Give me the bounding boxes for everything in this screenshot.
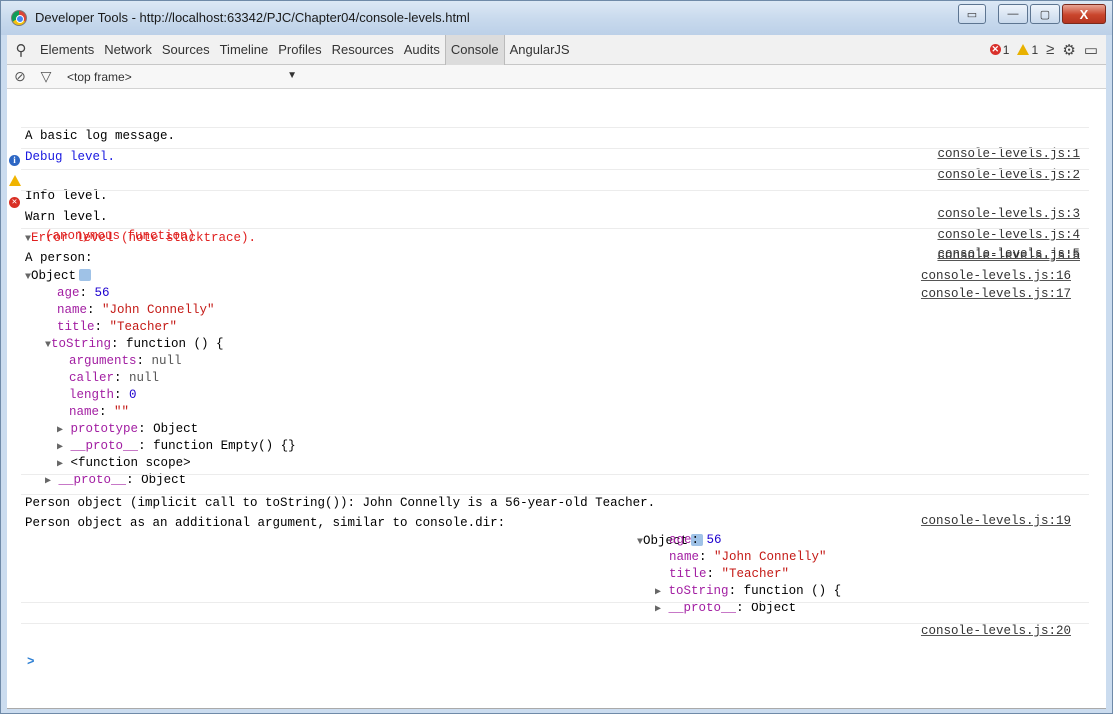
warning-count[interactable]: 1	[1017, 43, 1038, 57]
object-property: title: "Teacher"	[57, 320, 178, 334]
console-filter-bar: ⊘ ▽ <top frame> ▼	[7, 65, 1106, 89]
tab-angularjs[interactable]: AngularJS	[505, 35, 575, 65]
gear-icon[interactable]: ⚙	[1062, 41, 1075, 59]
object-property[interactable]: ▶ <function scope>	[7, 436, 1106, 470]
chevron-down-icon: ▼	[287, 69, 297, 81]
tab-console[interactable]: Console	[444, 34, 505, 65]
frame-select[interactable]: <top frame> ▼	[67, 70, 297, 84]
stacktrace-line: (anonymous function) console-levels.js:5	[7, 209, 1106, 261]
tab-elements[interactable]: Elements	[35, 35, 99, 65]
object-property: length: 0	[69, 388, 137, 402]
object-property[interactable]: ▶ __proto__: Object	[7, 581, 1106, 615]
tab-audits[interactable]: Audits	[399, 35, 445, 65]
maximize-button[interactable]: ▢	[1030, 4, 1060, 24]
prompt-chevron-icon: >	[27, 655, 35, 669]
chrome-logo-icon	[11, 10, 27, 26]
log-message: A person: console-levels.js:16	[7, 231, 1106, 283]
warn-message: Warn level. console-levels.js:4	[7, 172, 1106, 242]
window-title: Developer Tools - http://localhost:63342…	[35, 10, 470, 25]
error-count[interactable]: ✕ 1	[989, 42, 1010, 57]
tab-resources[interactable]: Resources	[327, 35, 399, 65]
devtools-window: Developer Tools - http://localhost:63342…	[0, 0, 1113, 714]
warning-count-value: 1	[1031, 42, 1039, 57]
log-message: Person object as an additional argument,…	[7, 496, 1106, 548]
object-property: title: "Teacher"	[669, 567, 790, 581]
object-property: name: "John Connelly"	[669, 550, 827, 564]
devtools-toolbar: ⚲ Elements Network Sources Timeline Prof…	[7, 34, 1106, 65]
log-message: A basic log message. console-levels.js:1	[7, 109, 1106, 161]
object-property: age: 56	[669, 533, 722, 547]
error-icon: ✕	[989, 44, 1001, 55]
error-icon: ✕	[9, 197, 20, 208]
object-tree-root[interactable]: ▼Object console-levels.js:17	[7, 249, 1106, 301]
log-message: Person object (implicit call to toString…	[7, 476, 1106, 528]
error-count-value: 1	[1002, 42, 1010, 57]
object-property: caller: null	[69, 371, 160, 385]
tab-sources[interactable]: Sources	[157, 35, 215, 65]
show-drawer-icon[interactable]: ≥	[1046, 41, 1054, 58]
console-prompt[interactable]: >	[7, 635, 1106, 669]
source-line: console-levels.js:20	[7, 604, 1106, 638]
warning-icon	[1017, 44, 1030, 55]
tab-profiles[interactable]: Profiles	[273, 35, 326, 65]
restore-panel-icon[interactable]: ▭	[958, 4, 986, 24]
tab-network[interactable]: Network	[99, 35, 157, 65]
object-property: name: ""	[69, 405, 130, 419]
title-bar: Developer Tools - http://localhost:63342…	[1, 1, 1112, 35]
object-property: arguments: null	[69, 354, 182, 368]
object-property[interactable]: ▶ prototype: Object	[7, 402, 1106, 436]
info-message: i Info level. console-levels.js:3	[7, 151, 1106, 221]
debug-message: Debug level. console-levels.js:2	[7, 130, 1106, 182]
console-panel[interactable]: A basic log message. console-levels.js:1…	[7, 89, 1106, 709]
warning-icon	[9, 175, 21, 186]
clear-console-icon[interactable]: ⊘	[7, 68, 33, 85]
tab-timeline[interactable]: Timeline	[215, 35, 274, 65]
object-property[interactable]: ▶ toString: function () {	[7, 564, 1106, 598]
dock-icon[interactable]: ▭	[1084, 41, 1098, 59]
search-icon[interactable]: ⚲	[7, 41, 35, 59]
object-property[interactable]: ▶ __proto__: function Empty() {}	[7, 419, 1106, 453]
minimize-button[interactable]: —	[998, 4, 1028, 24]
object-property: age: 56	[57, 286, 110, 300]
filter-icon[interactable]: ▽	[33, 68, 59, 85]
object-property[interactable]: ▶ __proto__: Object	[7, 453, 1106, 487]
frame-select-value: <top frame>	[67, 69, 132, 84]
close-button[interactable]: X	[1062, 4, 1106, 24]
info-icon: i	[9, 155, 20, 166]
object-property: name: "John Connelly"	[57, 303, 215, 317]
object-property[interactable]: ▼toString: function () {	[7, 317, 1106, 351]
